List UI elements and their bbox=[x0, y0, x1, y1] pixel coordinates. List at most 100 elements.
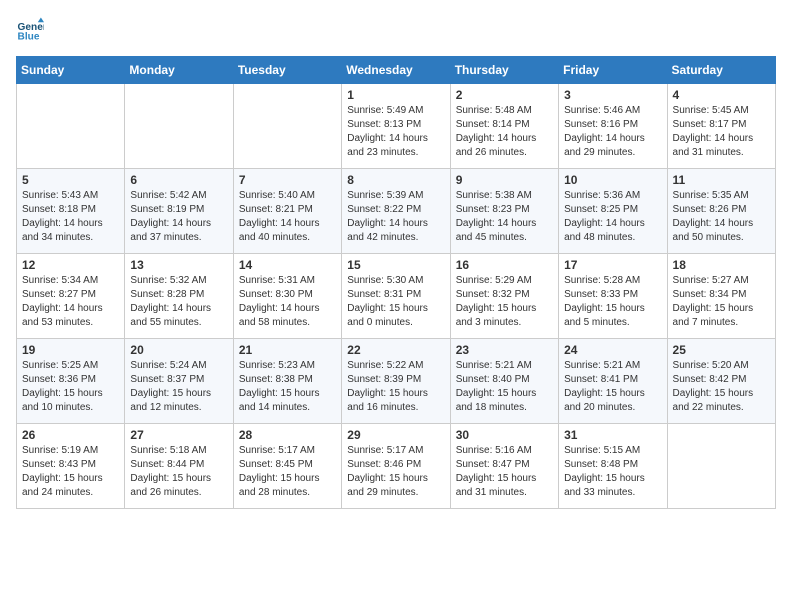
cell-details: Sunrise: 5:21 AM Sunset: 8:40 PM Dayligh… bbox=[456, 359, 553, 415]
day-number: 17 bbox=[564, 258, 661, 272]
cell-details: Sunrise: 5:35 AM Sunset: 8:26 PM Dayligh… bbox=[673, 189, 770, 245]
cell-details: Sunrise: 5:22 AM Sunset: 8:39 PM Dayligh… bbox=[347, 359, 444, 415]
day-number: 15 bbox=[347, 258, 444, 272]
calendar-cell: 11Sunrise: 5:35 AM Sunset: 8:26 PM Dayli… bbox=[667, 169, 775, 254]
day-number: 16 bbox=[456, 258, 553, 272]
cell-details: Sunrise: 5:17 AM Sunset: 8:46 PM Dayligh… bbox=[347, 444, 444, 500]
calendar-cell: 13Sunrise: 5:32 AM Sunset: 8:28 PM Dayli… bbox=[125, 254, 233, 339]
day-number: 27 bbox=[130, 428, 227, 442]
calendar-cell: 30 Sunrise: 5:16 AM Sunset: 8:47 PM Dayli… bbox=[450, 424, 558, 509]
calendar-cell: 25 Sunrise: 5:20 AM Sunset: 8:42 PM Dayli… bbox=[667, 339, 775, 424]
week-row-2: 5 Sunrise: 5:43 AM Sunset: 8:18 PM Daylig… bbox=[17, 169, 776, 254]
calendar-cell: 31 Sunrise: 5:15 AM Sunset: 8:48 PM Dayli… bbox=[559, 424, 667, 509]
day-number: 28 bbox=[239, 428, 336, 442]
calendar-cell bbox=[233, 84, 341, 169]
cell-details: Sunrise: 5:42 AM Sunset: 8:19 PM Dayligh… bbox=[130, 189, 227, 245]
calendar-cell: 6 Sunrise: 5:42 AM Sunset: 8:19 PM Daylig… bbox=[125, 169, 233, 254]
calendar-cell: 21 Sunrise: 5:23 AM Sunset: 8:38 PM Dayli… bbox=[233, 339, 341, 424]
cell-details: Sunrise: 5:20 AM Sunset: 8:42 PM Dayligh… bbox=[673, 359, 770, 415]
calendar-cell: 22 Sunrise: 5:22 AM Sunset: 8:39 PM Dayli… bbox=[342, 339, 450, 424]
calendar-cell bbox=[125, 84, 233, 169]
cell-details: Sunrise: 5:43 AM Sunset: 8:18 PM Dayligh… bbox=[22, 189, 119, 245]
cell-details: Sunrise: 5:49 AM Sunset: 8:13 PM Dayligh… bbox=[347, 104, 444, 160]
day-number: 26 bbox=[22, 428, 119, 442]
day-number: 21 bbox=[239, 343, 336, 357]
day-number: 20 bbox=[130, 343, 227, 357]
day-number: 19 bbox=[22, 343, 119, 357]
weekday-header-sunday: Sunday bbox=[17, 57, 125, 84]
cell-details: Sunrise: 5:46 AM Sunset: 8:16 PM Dayligh… bbox=[564, 104, 661, 160]
cell-details: Sunrise: 5:45 AM Sunset: 8:17 PM Dayligh… bbox=[673, 104, 770, 160]
cell-details: Sunrise: 5:36 AM Sunset: 8:25 PM Dayligh… bbox=[564, 189, 661, 245]
weekday-header-monday: Monday bbox=[125, 57, 233, 84]
header: General Blue bbox=[16, 16, 776, 44]
day-number: 7 bbox=[239, 173, 336, 187]
calendar-cell: 10Sunrise: 5:36 AM Sunset: 8:25 PM Dayli… bbox=[559, 169, 667, 254]
calendar-cell: 7 Sunrise: 5:40 AM Sunset: 8:21 PM Daylig… bbox=[233, 169, 341, 254]
calendar-cell: 24 Sunrise: 5:21 AM Sunset: 8:41 PM Dayli… bbox=[559, 339, 667, 424]
day-number: 22 bbox=[347, 343, 444, 357]
calendar-cell: 27 Sunrise: 5:18 AM Sunset: 8:44 PM Dayli… bbox=[125, 424, 233, 509]
day-number: 5 bbox=[22, 173, 119, 187]
day-number: 25 bbox=[673, 343, 770, 357]
cell-details: Sunrise: 5:15 AM Sunset: 8:48 PM Dayligh… bbox=[564, 444, 661, 500]
week-row-1: 1 Sunrise: 5:49 AM Sunset: 8:13 PM Daylig… bbox=[17, 84, 776, 169]
weekday-header-thursday: Thursday bbox=[450, 57, 558, 84]
calendar-cell: 23 Sunrise: 5:21 AM Sunset: 8:40 PM Dayli… bbox=[450, 339, 558, 424]
calendar-cell: 16Sunrise: 5:29 AM Sunset: 8:32 PM Dayli… bbox=[450, 254, 558, 339]
week-row-5: 26Sunrise: 5:19 AM Sunset: 8:43 PM Dayli… bbox=[17, 424, 776, 509]
day-number: 6 bbox=[130, 173, 227, 187]
weekday-header-wednesday: Wednesday bbox=[342, 57, 450, 84]
day-number: 14 bbox=[239, 258, 336, 272]
calendar-cell: 1 Sunrise: 5:49 AM Sunset: 8:13 PM Daylig… bbox=[342, 84, 450, 169]
calendar-cell: 15 Sunrise: 5:30 AM Sunset: 8:31 PM Dayli… bbox=[342, 254, 450, 339]
day-number: 3 bbox=[564, 88, 661, 102]
cell-details: Sunrise: 5:16 AM Sunset: 8:47 PM Dayligh… bbox=[456, 444, 553, 500]
calendar-cell: 20 Sunrise: 5:24 AM Sunset: 8:37 PM Dayli… bbox=[125, 339, 233, 424]
cell-details: Sunrise: 5:28 AM Sunset: 8:33 PM Dayligh… bbox=[564, 274, 661, 330]
cell-details: Sunrise: 5:23 AM Sunset: 8:38 PM Dayligh… bbox=[239, 359, 336, 415]
day-number: 29 bbox=[347, 428, 444, 442]
calendar: SundayMondayTuesdayWednesdayThursdayFrid… bbox=[16, 56, 776, 509]
calendar-cell: 5 Sunrise: 5:43 AM Sunset: 8:18 PM Daylig… bbox=[17, 169, 125, 254]
cell-details: Sunrise: 5:38 AM Sunset: 8:23 PM Dayligh… bbox=[456, 189, 553, 245]
day-number: 1 bbox=[347, 88, 444, 102]
cell-details: Sunrise: 5:48 AM Sunset: 8:14 PM Dayligh… bbox=[456, 104, 553, 160]
week-row-4: 19 Sunrise: 5:25 AM Sunset: 8:36 PM Dayli… bbox=[17, 339, 776, 424]
calendar-cell: 28 Sunrise: 5:17 AM Sunset: 8:45 PM Dayli… bbox=[233, 424, 341, 509]
day-number: 2 bbox=[456, 88, 553, 102]
day-number: 9 bbox=[456, 173, 553, 187]
weekday-header-tuesday: Tuesday bbox=[233, 57, 341, 84]
cell-details: Sunrise: 5:39 AM Sunset: 8:22 PM Dayligh… bbox=[347, 189, 444, 245]
cell-details: Sunrise: 5:27 AM Sunset: 8:34 PM Dayligh… bbox=[673, 274, 770, 330]
cell-details: Sunrise: 5:17 AM Sunset: 8:45 PM Dayligh… bbox=[239, 444, 336, 500]
logo: General Blue bbox=[16, 16, 48, 44]
week-row-3: 12 Sunrise: 5:34 AM Sunset: 8:27 PM Dayli… bbox=[17, 254, 776, 339]
day-number: 8 bbox=[347, 173, 444, 187]
cell-details: Sunrise: 5:25 AM Sunset: 8:36 PM Dayligh… bbox=[22, 359, 119, 415]
cell-details: Sunrise: 5:34 AM Sunset: 8:27 PM Dayligh… bbox=[22, 274, 119, 330]
day-number: 18 bbox=[673, 258, 770, 272]
calendar-cell: 29 Sunrise: 5:17 AM Sunset: 8:46 PM Dayli… bbox=[342, 424, 450, 509]
cell-details: Sunrise: 5:30 AM Sunset: 8:31 PM Dayligh… bbox=[347, 274, 444, 330]
calendar-cell: 8 Sunrise: 5:39 AM Sunset: 8:22 PM Daylig… bbox=[342, 169, 450, 254]
day-number: 12 bbox=[22, 258, 119, 272]
cell-details: Sunrise: 5:18 AM Sunset: 8:44 PM Dayligh… bbox=[130, 444, 227, 500]
weekday-header-saturday: Saturday bbox=[667, 57, 775, 84]
calendar-cell bbox=[17, 84, 125, 169]
calendar-cell: 14Sunrise: 5:31 AM Sunset: 8:30 PM Dayli… bbox=[233, 254, 341, 339]
calendar-cell: 4 Sunrise: 5:45 AM Sunset: 8:17 PM Daylig… bbox=[667, 84, 775, 169]
logo-icon: General Blue bbox=[16, 16, 44, 44]
weekday-header-row: SundayMondayTuesdayWednesdayThursdayFrid… bbox=[17, 57, 776, 84]
cell-details: Sunrise: 5:21 AM Sunset: 8:41 PM Dayligh… bbox=[564, 359, 661, 415]
day-number: 24 bbox=[564, 343, 661, 357]
cell-details: Sunrise: 5:32 AM Sunset: 8:28 PM Dayligh… bbox=[130, 274, 227, 330]
day-number: 30 bbox=[456, 428, 553, 442]
calendar-cell: 9 Sunrise: 5:38 AM Sunset: 8:23 PM Daylig… bbox=[450, 169, 558, 254]
cell-details: Sunrise: 5:24 AM Sunset: 8:37 PM Dayligh… bbox=[130, 359, 227, 415]
day-number: 31 bbox=[564, 428, 661, 442]
calendar-cell: 12 Sunrise: 5:34 AM Sunset: 8:27 PM Dayli… bbox=[17, 254, 125, 339]
cell-details: Sunrise: 5:40 AM Sunset: 8:21 PM Dayligh… bbox=[239, 189, 336, 245]
day-number: 23 bbox=[456, 343, 553, 357]
day-number: 4 bbox=[673, 88, 770, 102]
